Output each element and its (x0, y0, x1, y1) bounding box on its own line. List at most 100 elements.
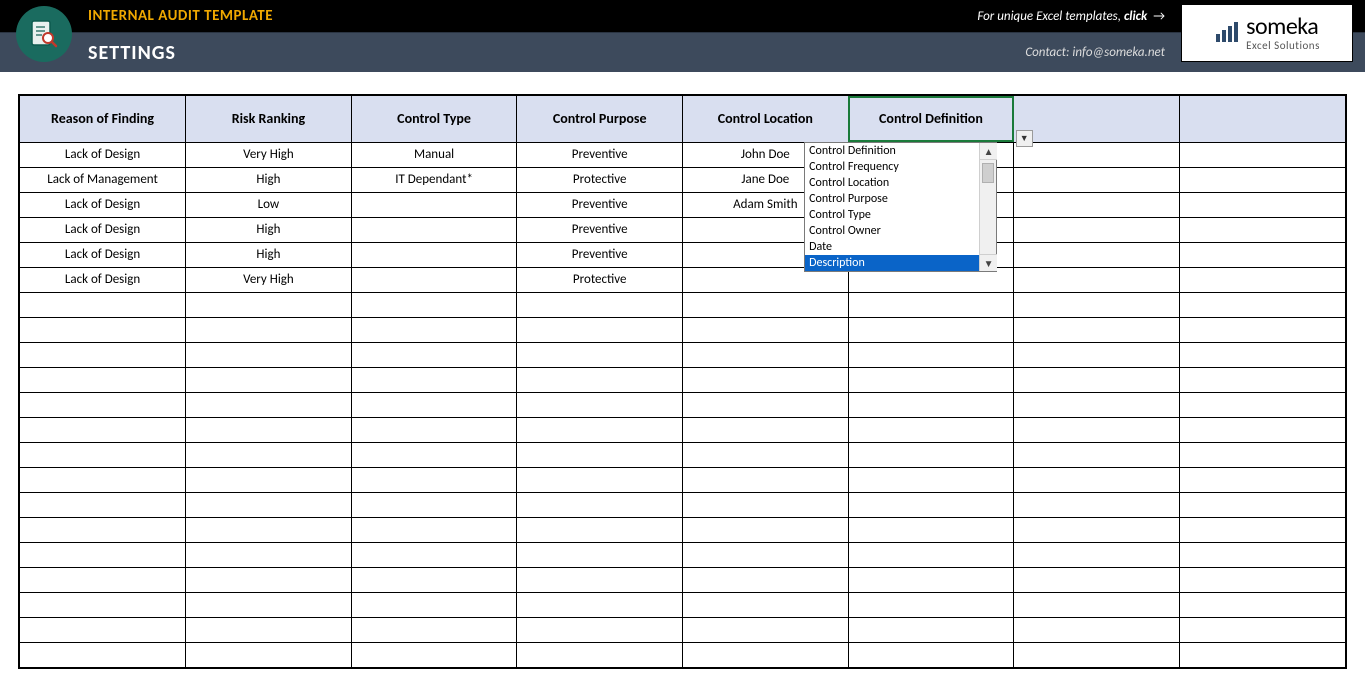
table-cell[interactable] (848, 517, 1014, 542)
table-cell[interactable]: High (186, 217, 352, 242)
table-cell[interactable] (1014, 542, 1180, 567)
table-cell[interactable] (1179, 167, 1345, 192)
table-cell[interactable] (1014, 417, 1180, 442)
table-cell[interactable] (683, 367, 849, 392)
table-cell[interactable] (1014, 517, 1180, 542)
table-cell[interactable] (351, 542, 517, 567)
dropdown-option[interactable]: Description (805, 255, 996, 271)
table-cell[interactable] (1179, 467, 1345, 492)
table-cell[interactable] (517, 467, 683, 492)
table-cell[interactable] (20, 442, 186, 467)
table-cell[interactable]: Preventive (517, 217, 683, 242)
table-cell[interactable] (20, 292, 186, 317)
table-cell[interactable] (683, 317, 849, 342)
table-cell[interactable] (351, 192, 517, 217)
column-header[interactable]: Control Definition (848, 96, 1014, 142)
promo-link[interactable]: For unique Excel templates, click → (977, 9, 1165, 24)
table-cell[interactable] (186, 492, 352, 517)
table-cell[interactable] (351, 392, 517, 417)
table-cell[interactable] (517, 542, 683, 567)
table-cell[interactable] (1014, 167, 1180, 192)
table-cell[interactable] (186, 367, 352, 392)
table-cell[interactable] (351, 442, 517, 467)
table-cell[interactable]: Very High (186, 142, 352, 167)
table-cell[interactable] (1179, 567, 1345, 592)
table-cell[interactable] (683, 467, 849, 492)
scroll-down-button[interactable]: ▼ (980, 254, 997, 271)
table-cell[interactable] (20, 367, 186, 392)
table-cell[interactable] (186, 642, 352, 667)
table-cell[interactable]: Manual (351, 142, 517, 167)
table-cell[interactable] (517, 342, 683, 367)
table-cell[interactable] (517, 442, 683, 467)
table-cell[interactable] (1014, 192, 1180, 217)
table-cell[interactable]: High (186, 242, 352, 267)
dropdown-option[interactable]: Control Location (805, 175, 996, 191)
table-cell[interactable] (848, 417, 1014, 442)
table-cell[interactable] (1179, 542, 1345, 567)
table-cell[interactable] (848, 467, 1014, 492)
table-cell[interactable] (1179, 642, 1345, 667)
table-cell[interactable] (683, 517, 849, 542)
table-cell[interactable]: Lack of Design (20, 217, 186, 242)
table-cell[interactable] (517, 292, 683, 317)
table-cell[interactable] (1179, 242, 1345, 267)
dropdown-list[interactable]: Control DefinitionControl FrequencyContr… (804, 142, 997, 272)
table-cell[interactable] (848, 642, 1014, 667)
table-cell[interactable]: Lack of Design (20, 242, 186, 267)
table-cell[interactable] (20, 492, 186, 517)
table-cell[interactable] (186, 317, 352, 342)
table-cell[interactable] (517, 492, 683, 517)
table-cell[interactable]: Lack of Design (20, 142, 186, 167)
table-cell[interactable] (848, 442, 1014, 467)
table-cell[interactable] (20, 567, 186, 592)
table-cell[interactable] (186, 517, 352, 542)
table-cell[interactable] (683, 417, 849, 442)
table-cell[interactable] (186, 292, 352, 317)
table-cell[interactable] (1179, 442, 1345, 467)
table-cell[interactable] (1014, 617, 1180, 642)
table-cell[interactable] (20, 617, 186, 642)
table-cell[interactable] (186, 417, 352, 442)
dropdown-option[interactable]: Control Owner (805, 223, 996, 239)
table-cell[interactable] (1014, 442, 1180, 467)
table-cell[interactable] (1014, 467, 1180, 492)
table-cell[interactable] (683, 592, 849, 617)
someka-logo[interactable]: someka Excel Solutions (1181, 4, 1353, 62)
table-cell[interactable] (20, 342, 186, 367)
table-cell[interactable] (1179, 492, 1345, 517)
table-cell[interactable] (683, 617, 849, 642)
column-header[interactable]: Reason of Finding (20, 96, 186, 142)
table-cell[interactable] (20, 467, 186, 492)
table-cell[interactable] (20, 642, 186, 667)
table-cell[interactable] (1014, 292, 1180, 317)
table-cell[interactable] (848, 492, 1014, 517)
column-header[interactable] (1014, 96, 1180, 142)
table-cell[interactable]: IT Dependant* (351, 167, 517, 192)
dropdown-scrollbar[interactable]: ▲ ▼ (979, 143, 996, 271)
scroll-up-button[interactable]: ▲ (980, 143, 997, 160)
table-cell[interactable] (848, 317, 1014, 342)
table-cell[interactable] (186, 467, 352, 492)
table-cell[interactable] (351, 617, 517, 642)
table-cell[interactable] (186, 592, 352, 617)
table-cell[interactable] (351, 517, 517, 542)
table-cell[interactable] (848, 617, 1014, 642)
column-header[interactable]: Risk Ranking (186, 96, 352, 142)
table-cell[interactable] (683, 542, 849, 567)
table-cell[interactable] (683, 292, 849, 317)
table-cell[interactable] (1179, 392, 1345, 417)
table-cell[interactable] (20, 317, 186, 342)
table-cell[interactable] (20, 517, 186, 542)
table-cell[interactable] (186, 617, 352, 642)
dropdown-option[interactable]: Control Purpose (805, 191, 996, 207)
table-cell[interactable]: Very High (186, 267, 352, 292)
table-cell[interactable] (683, 442, 849, 467)
table-cell[interactable] (20, 592, 186, 617)
column-header[interactable] (1179, 96, 1345, 142)
table-cell[interactable] (351, 417, 517, 442)
column-header[interactable]: Control Type (351, 96, 517, 142)
table-cell[interactable] (351, 317, 517, 342)
table-cell[interactable] (517, 392, 683, 417)
table-cell[interactable] (848, 592, 1014, 617)
